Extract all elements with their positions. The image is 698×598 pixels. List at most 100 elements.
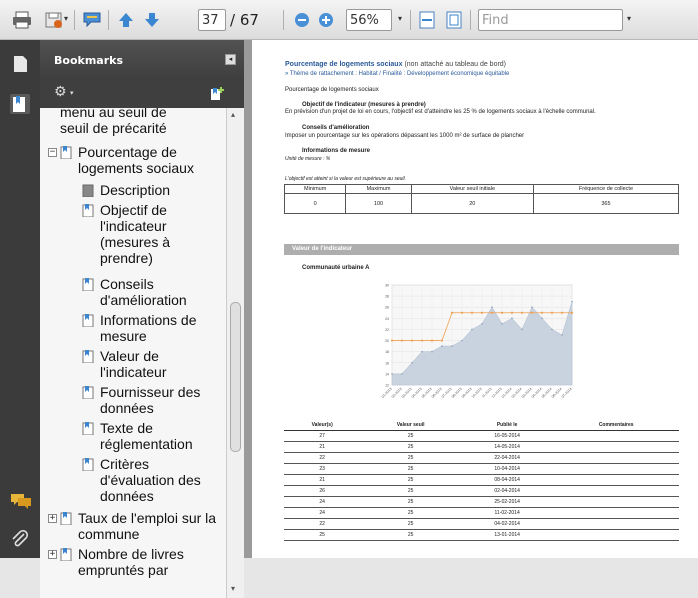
bookmark-item-objectif[interactable]: Objectif de l'indicateur (mesures à pren… xyxy=(100,202,220,266)
table-cell: 10-04-2014 xyxy=(460,463,554,475)
table-cell: 25 xyxy=(360,463,461,475)
table-cell: 16-05-2014 xyxy=(460,430,554,442)
bookmark-item-conseils[interactable]: Conseils d'amélioration xyxy=(100,276,220,308)
toolbar-divider xyxy=(410,10,411,30)
y-tick-label: 12 xyxy=(385,384,389,388)
mm-value: 100 xyxy=(345,193,412,214)
scroll-up-icon[interactable]: ▴ xyxy=(231,110,235,119)
table-cell: 25 xyxy=(360,474,461,486)
previous-page-button[interactable] xyxy=(114,8,138,32)
data-point xyxy=(501,323,503,325)
bookmark-item-livres[interactable]: Nombre de livres empruntés par xyxy=(78,546,222,578)
scrollbar-thumb[interactable] xyxy=(230,302,241,452)
bookmark-item-texte[interactable]: Texte de réglementation xyxy=(100,420,220,452)
table-row: 21 25 08-04-2014 xyxy=(284,474,679,486)
print-button[interactable] xyxy=(10,8,34,32)
doc-title: Pourcentage de logements sociaux xyxy=(285,61,403,68)
table-cell: 25 xyxy=(360,518,461,530)
chevron-down-icon[interactable]: ▾ xyxy=(70,89,74,97)
chevron-down-icon[interactable]: ▾ xyxy=(398,14,402,23)
chevron-down-icon[interactable]: ▾ xyxy=(64,14,68,23)
save-button[interactable] xyxy=(42,8,66,32)
bookmarks-toolbar: ⚙ ▾ xyxy=(40,80,244,108)
scroll-down-icon[interactable]: ▾ xyxy=(231,584,235,593)
table-cell: 25 xyxy=(360,452,461,464)
threshold-point xyxy=(390,339,394,342)
threshold-point xyxy=(460,311,464,314)
values-header: Valeur seuil xyxy=(360,420,461,431)
new-bookmark-icon[interactable] xyxy=(210,86,224,100)
table-cell: 25 xyxy=(284,529,361,541)
toolbar-divider xyxy=(470,10,471,30)
page-total-label: / 67 xyxy=(230,11,259,29)
mm-value: 20 xyxy=(410,193,534,214)
chevron-down-icon[interactable]: ▾ xyxy=(627,14,631,23)
bookmark-item-pourcentage[interactable]: Pourcentage de logements sociaux xyxy=(78,144,218,176)
bookmark-icon xyxy=(82,422,94,435)
toolbar-divider xyxy=(74,10,75,30)
bookmark-item-seuil-precarite[interactable]: seuil de précarité xyxy=(60,120,220,136)
table-cell xyxy=(553,485,679,497)
y-tick-label: 30 xyxy=(385,284,389,288)
values-header: Commentaires xyxy=(553,420,679,431)
y-tick-label: 24 xyxy=(385,317,389,321)
bookmark-item-criteres[interactable]: Critères d'évaluation des données xyxy=(100,456,220,504)
data-point xyxy=(451,345,453,347)
table-cell xyxy=(553,430,679,442)
page-thumbnails-icon[interactable] xyxy=(10,54,30,74)
table-cell: 25 xyxy=(360,485,461,497)
y-tick-label: 16 xyxy=(385,361,389,365)
find-placeholder: Find xyxy=(482,12,509,28)
doc-title-suffix: (non attaché au tableau de bord) xyxy=(404,61,507,68)
bookmark-item-description[interactable]: Description xyxy=(100,182,220,198)
page-number-input[interactable]: 37 xyxy=(198,9,226,31)
fit-page-button[interactable] xyxy=(442,8,466,32)
document-viewport[interactable]: Pourcentage de logements sociaux (non at… xyxy=(244,40,698,558)
find-input[interactable]: Find xyxy=(478,9,623,31)
threshold-note: L'objectif est atteint si la valeur est … xyxy=(285,176,407,182)
data-point xyxy=(461,339,463,342)
table-cell: 25 xyxy=(360,507,461,519)
bookmark-icon xyxy=(60,146,72,159)
table-cell: 11-02-2014 xyxy=(460,507,554,519)
threshold-point xyxy=(540,311,544,314)
value-banner: Valeur de l'indicateur xyxy=(284,244,679,255)
mm-header: Valeur seuil initiale xyxy=(410,184,534,194)
comments-icon[interactable] xyxy=(10,492,31,512)
bookmark-item-fournisseur[interactable]: Fournisseur des données xyxy=(100,384,220,416)
arrow-up-icon xyxy=(119,13,133,27)
table-cell: 25 xyxy=(360,441,461,453)
table-cell: 21 xyxy=(284,441,361,453)
gear-icon[interactable]: ⚙ xyxy=(54,84,67,100)
bookmark-item-emploi[interactable]: Taux de l'emploi sur la commune xyxy=(78,510,222,542)
panel-menu-icon[interactable]: ◂ xyxy=(225,54,236,65)
table-row: 23 25 10-04-2014 xyxy=(284,463,679,475)
comment-button[interactable] xyxy=(80,8,104,32)
zoom-out-button[interactable] xyxy=(290,8,314,32)
bookmarks-header: Bookmarks ◂ xyxy=(40,40,244,80)
threshold-point xyxy=(550,311,554,314)
data-point xyxy=(411,361,413,364)
table-cell: 04-02-2014 xyxy=(460,518,554,530)
collapse-toggle-icon[interactable]: − xyxy=(48,148,57,157)
bookmark-item-valeur[interactable]: Valeur de l'indicateur xyxy=(100,348,220,380)
threshold-point xyxy=(510,311,514,314)
fit-width-button[interactable] xyxy=(415,8,439,32)
bookmarks-panel-icon[interactable] xyxy=(10,94,30,114)
bookmarks-scrollbar[interactable]: ▴ ▾ xyxy=(226,108,244,598)
zoom-in-button[interactable] xyxy=(314,8,338,32)
bookmark-item-informations[interactable]: Informations de mesure xyxy=(100,312,220,344)
threshold-point xyxy=(500,311,504,314)
zoom-level-select[interactable]: 56% xyxy=(346,9,392,31)
expand-toggle-icon[interactable]: + xyxy=(48,514,57,523)
table-cell: 25 xyxy=(360,430,461,442)
bookmarks-title: Bookmarks xyxy=(54,54,123,67)
bookmark-item-cut-top[interactable]: menu au seuil de xyxy=(60,108,220,120)
next-page-button[interactable] xyxy=(140,8,164,32)
table-cell xyxy=(553,496,679,508)
bookmark-icon xyxy=(82,458,94,471)
threshold-point xyxy=(400,339,404,342)
x-tick-label: 07-2014 xyxy=(561,387,573,399)
data-point xyxy=(491,306,493,309)
attachment-icon[interactable] xyxy=(10,529,30,550)
